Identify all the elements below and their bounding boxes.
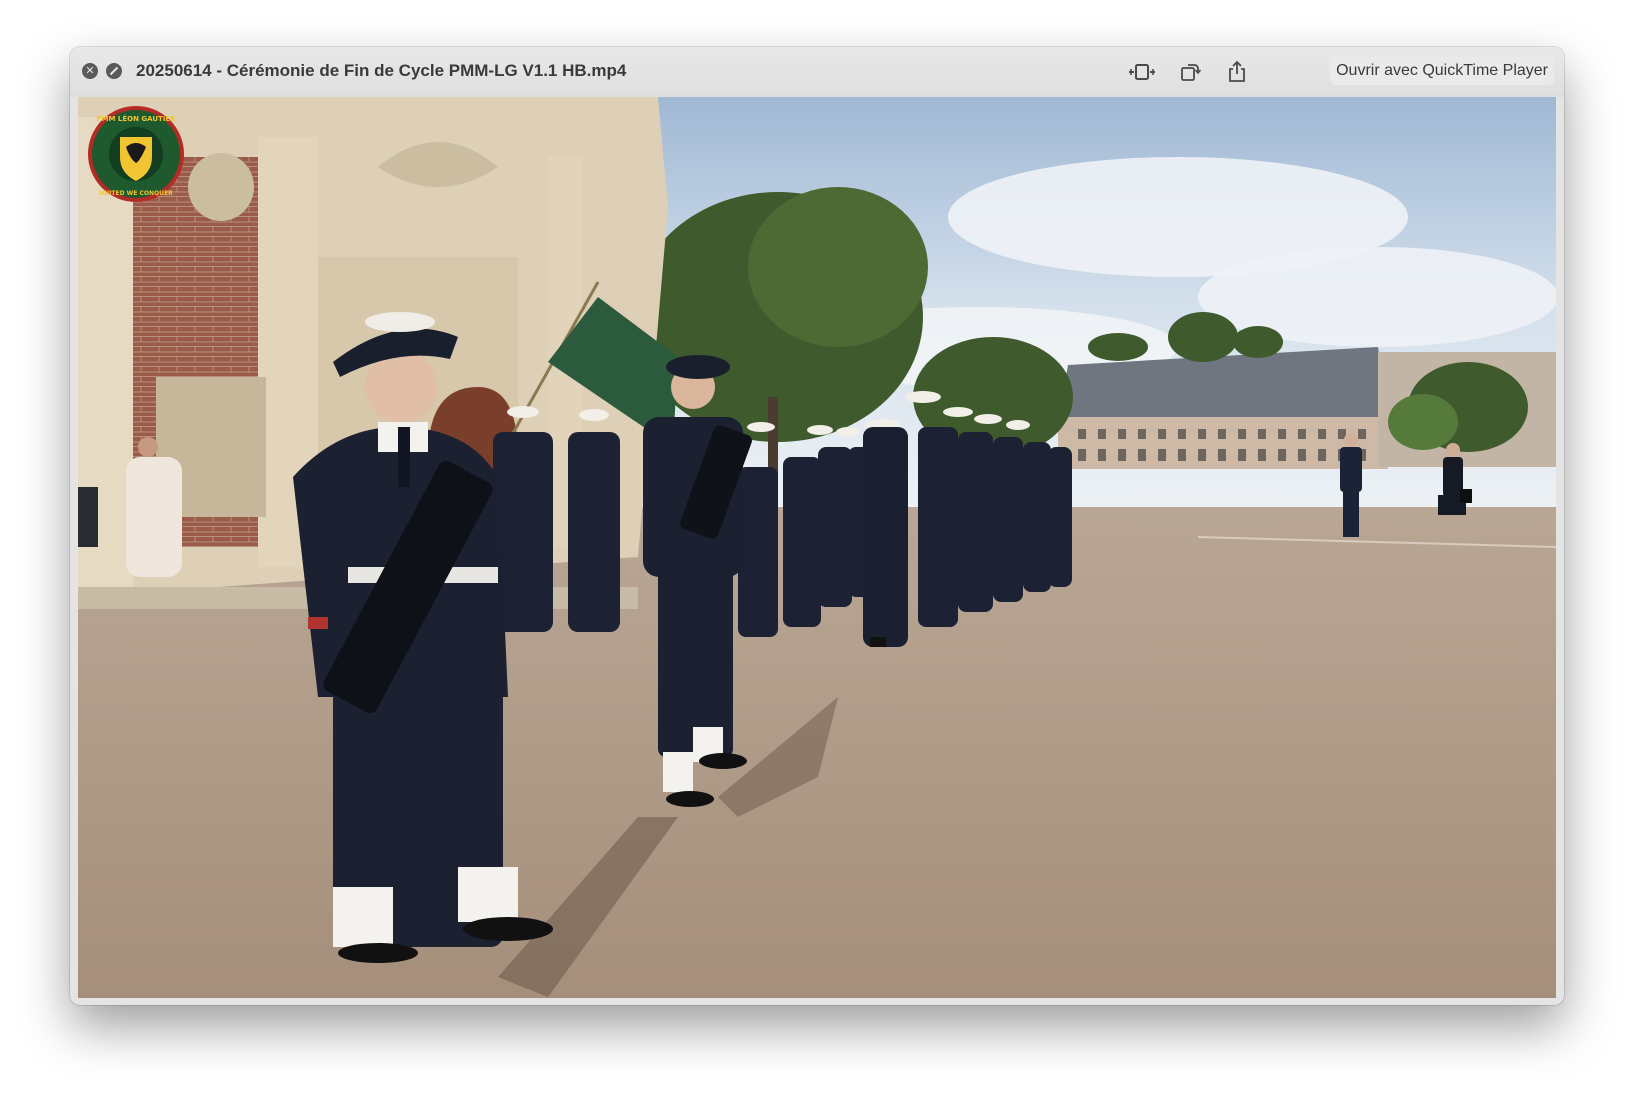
pmm-logo: PMM LÉON GAUTIER UNITED WE CONQUER — [88, 106, 184, 202]
close-icon[interactable]: ✕ — [82, 63, 98, 79]
rotate-icon[interactable] — [1175, 59, 1205, 85]
logo-bottom-text: UNITED WE CONQUER — [99, 190, 173, 197]
window-title: 20250614 - Cérémonie de Fin de Cycle PMM… — [136, 61, 627, 80]
video-frame[interactable]: PMM LÉON GAUTIER UNITED WE CONQUER — [78, 97, 1556, 998]
logo-top-text: PMM LÉON GAUTIER — [96, 114, 176, 123]
quicklook-window: ✕ 20250614 - Cérémonie de Fin de Cycle P… — [70, 47, 1564, 1005]
fullscreen-icon[interactable] — [106, 63, 122, 79]
title-bar: ✕ 20250614 - Cérémonie de Fin de Cycle P… — [70, 47, 1564, 97]
video-scene: PMM LÉON GAUTIER UNITED WE CONQUER — [78, 97, 1556, 998]
open-with-quicktime-button[interactable]: Ouvrir avec QuickTime Player — [1330, 57, 1554, 85]
share-icon[interactable] — [1222, 59, 1252, 85]
trim-icon[interactable] — [1127, 59, 1157, 85]
